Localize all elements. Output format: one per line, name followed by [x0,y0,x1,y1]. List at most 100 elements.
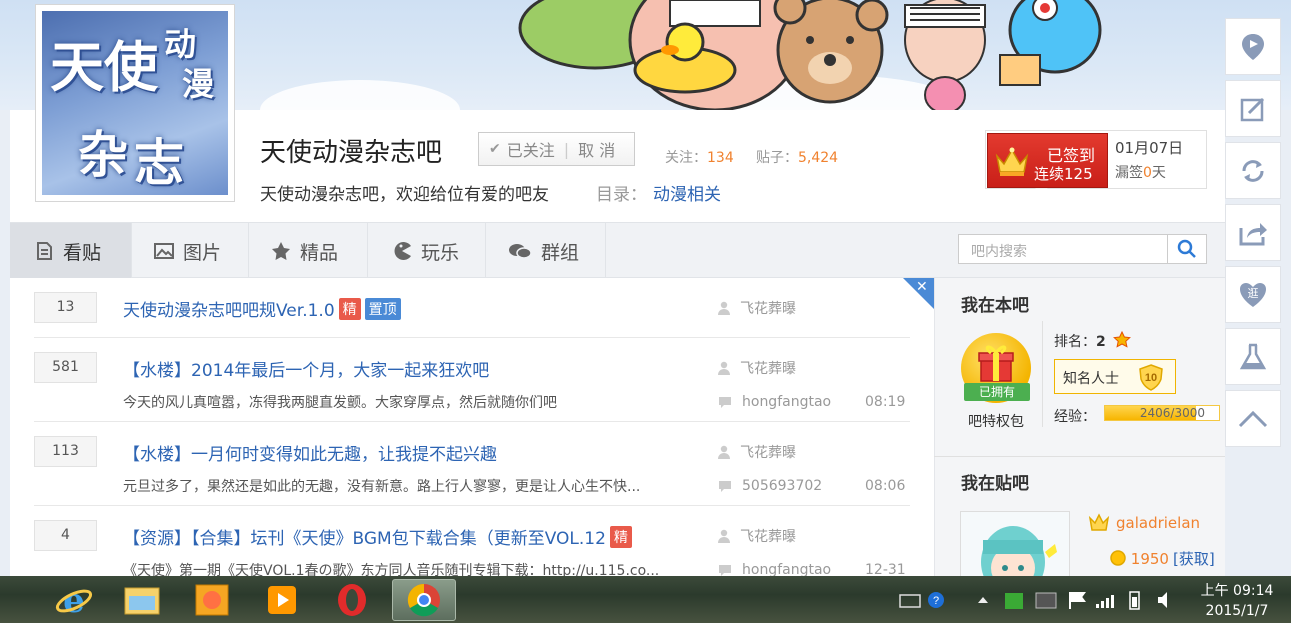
taskbar-ie[interactable]: e [44,579,104,621]
tab-featured[interactable]: 精品 [249,223,368,279]
tab-label: 看贴 [63,241,102,264]
taskbar-media[interactable] [252,579,312,621]
reply-count: 4 [34,520,97,551]
thread-title[interactable]: 【水楼】2014年最后一个月，大家一起来狂欢吧 [123,356,489,381]
thread-title[interactable]: 【资源】【合集】坛刊《天使》BGM包下载合集（更新至VOL.12 精 [123,524,632,549]
share-button[interactable] [1225,204,1281,261]
forum-title[interactable]: 天使动漫杂志吧 [260,132,442,169]
file-explorer-icon [124,587,160,615]
svg-text:e: e [63,581,85,620]
catalog-link[interactable]: 动漫相关 [653,185,721,205]
rank-info: 排名：2 [1054,330,1132,351]
star-icon [272,242,290,260]
author-name[interactable]: 飞花葬曝 [740,298,796,318]
check-icon: ✔ [489,141,501,157]
missed-days: 漏签0天 [1115,162,1166,182]
taskbar-chrome[interactable] [392,579,456,621]
last-replier[interactable]: hongfangtao [718,562,831,576]
user-icon [718,445,730,459]
thread-author[interactable]: 飞花葬曝 [718,298,796,318]
avatar[interactable] [960,511,1070,581]
replier-name[interactable]: hongfangtao [742,394,831,410]
divider [934,456,1225,457]
last-replier[interactable]: hongfangtao [718,394,831,410]
thread-title-text[interactable]: 天使动漫杂志吧吧规Ver.1.0 [123,301,335,321]
catalog-label: 目录： [596,185,647,205]
media-player-icon [268,586,296,614]
thread-author[interactable]: 飞花葬曝 [718,358,796,378]
back-to-top-button[interactable] [1225,390,1281,447]
system-clock[interactable]: 上午 09:14 2015/1/7 [1197,581,1277,621]
user-icon [718,529,730,543]
forum-logo[interactable]: 天使 动 漫 杂 志 [35,4,235,202]
location-button[interactable] [1225,18,1281,75]
reply-time: 12-31 [865,562,906,576]
tray-icons[interactable]: ? [898,588,1188,612]
tab-images[interactable]: 图片 [132,223,249,279]
thread-title[interactable]: 【水楼】一月何时变得如此无趣，让我提不起兴趣 [123,440,497,465]
author-name[interactable]: 飞花葬曝 [740,526,796,546]
signin-button[interactable]: 已签到 连续125天 [987,133,1108,204]
get-coins-link[interactable]: [获取] [1173,550,1215,568]
refresh-button[interactable] [1225,142,1281,199]
thread-item[interactable]: 113 【水楼】一月何时变得如此无趣，让我提不起兴趣 元旦过多了，果然还是如此的… [34,422,910,506]
reply-count: 113 [34,436,97,467]
tieba-coins: 1950 [获取] [1110,548,1215,569]
search-button[interactable] [1168,234,1207,264]
svg-text:?: ? [933,595,939,607]
username-text[interactable]: galadrielan [1116,514,1200,532]
featured-badge: 精 [338,298,361,320]
reply-icon [719,564,731,576]
logo-text: 天使 [50,35,158,99]
thread-item[interactable]: 4 【资源】【合集】坛刊《天使》BGM包下载合集（更新至VOL.12 精 《天使》… [34,506,910,576]
tab-label: 图片 [183,241,222,264]
forum-catalog: 目录： 动漫相关 [596,180,721,205]
thread-abstract: 元旦过多了，果然还是如此的无趣，没有新意。路上行人寥寥，更是让人心生不快... [123,479,641,495]
medal-icon [1113,330,1132,348]
signin-streak: 连续125天 [1034,165,1093,204]
thread-abstract: 今天的风儿真喧嚣，冻得我两腿直发颤。大家穿厚点，然后就随你们吧 [123,395,557,411]
tab-label: 玩乐 [421,241,460,264]
author-name[interactable]: 飞花葬曝 [740,358,796,378]
privilege-owned-badge: 已拥有 [964,383,1030,401]
thread-title-text[interactable]: 【资源】【合集】坛刊《天使》BGM包下载合集（更新至VOL.12 [123,529,606,549]
crown-icon [995,147,1029,176]
tab-threads[interactable]: 看贴 [10,223,132,279]
forum-stats: 关注：134 贴子：5,424 [665,147,838,167]
follow-button[interactable]: ✔ 已关注 | 取 消 [478,132,635,166]
thread-author[interactable]: 飞花葬曝 [718,442,796,462]
thread-author[interactable]: 飞花葬曝 [718,526,796,546]
close-icon[interactable]: ✕ [916,279,928,295]
unfollow-button[interactable]: 取 消 [578,137,615,161]
rank-value: 2 [1096,334,1106,350]
author-name[interactable]: 飞花葬曝 [740,442,796,462]
exp-label: 经验： [1054,409,1096,425]
follow-count-label: 关注： [665,150,707,166]
thread-title[interactable]: 天使动漫杂志吧吧规Ver.1.0 精置顶 [123,296,401,321]
tab-label: 群组 [541,241,580,264]
signin-panel: 已签到 连续125天 01月07日 漏签0天 [985,130,1207,204]
reply-icon [719,480,731,492]
favorite-button[interactable]: 逛 [1225,266,1281,323]
lab-button[interactable] [1225,328,1281,385]
featured-badge: 精 [609,526,632,548]
username[interactable]: galadrielan [1088,513,1200,532]
post-count-label: 贴子： [756,150,798,166]
edit-button[interactable] [1225,80,1281,137]
forum-search-input[interactable]: 吧内搜索 [958,234,1168,264]
tab-fun[interactable]: 玩乐 [368,223,486,279]
last-replier[interactable]: 505693702 [718,478,822,494]
taskbar-opera[interactable] [322,579,382,621]
replier-name[interactable]: 505693702 [742,478,822,494]
refresh-icon [1242,159,1264,182]
member-title-badge[interactable]: 知名人士 10 [1054,359,1176,394]
privilege-pack-label[interactable]: 吧特权包 [968,411,1024,431]
signin-date: 01月07日 [1115,139,1184,157]
thread-item[interactable]: 13 天使动漫杂志吧吧规Ver.1.0 精置顶 飞花葬曝 [34,278,910,338]
taskbar-photo[interactable] [182,579,242,621]
thread-item[interactable]: 581 【水楼】2014年最后一个月，大家一起来狂欢吧 今天的风儿真喧嚣，冻得我… [34,338,910,422]
replier-name[interactable]: hongfangtao [742,562,831,576]
taskbar-explorer[interactable] [112,579,172,621]
tab-groups[interactable]: 群组 [486,223,606,279]
my-forum-heading: 我在本吧 [961,296,1029,316]
